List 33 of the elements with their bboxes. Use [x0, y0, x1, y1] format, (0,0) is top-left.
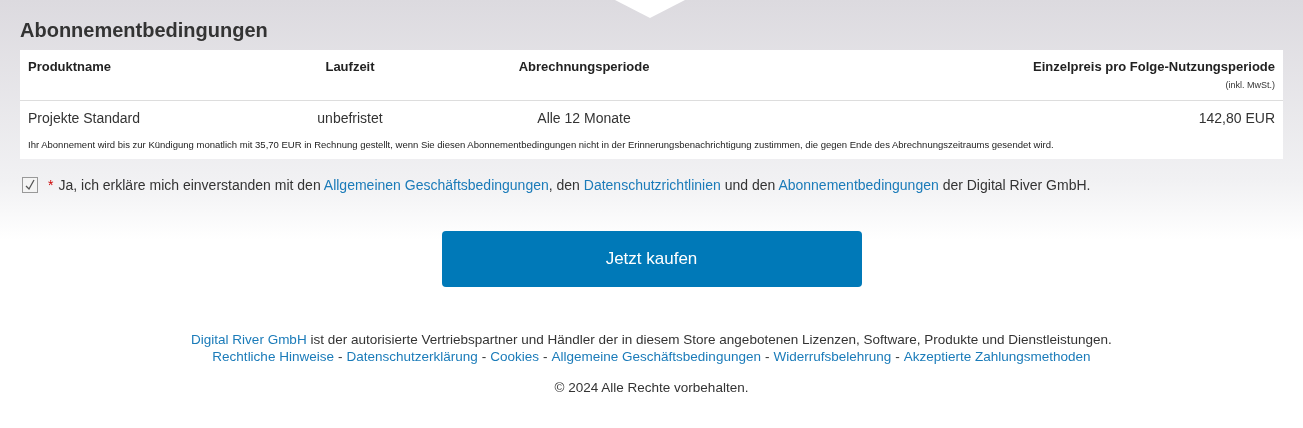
company-link[interactable]: Digital River GmbH — [191, 332, 307, 347]
consent-link[interactable]: Allgemeinen Geschäftsbedingungen — [323, 177, 549, 193]
footer-link[interactable]: Rechtliche Hinweise — [212, 348, 334, 365]
separator: - — [481, 348, 487, 365]
consent-text: Ja, ich erkläre mich einverstanden mit den Allgemeinen Geschäftsbedingungen, den Datenschutzrichtlinien und den Abonnementbedingungen der Digital River GmbH. — [58, 177, 1091, 193]
required-mark: * — [48, 177, 54, 193]
buy-button[interactable]: Jetzt kaufen — [441, 231, 862, 287]
copyright-text: © 2024 Alle Rechte vorbehalten. — [553, 380, 750, 395]
separator: - — [895, 348, 900, 365]
consent-link[interactable]: Datenschutzrichtlinien — [583, 177, 721, 193]
column-header: Abrechnungsperiode — [518, 59, 650, 74]
pointer-notch — [615, 0, 685, 18]
column-header: Laufzeit — [325, 59, 375, 74]
billing-notice: Ihr Abonnement wird bis zur Kündigung monatlich mit 35,70 EUR in Rechnung gestellt, wenn Sie diesen Abonnementbedingungen nicht in der Erinnerungsbenachrichtigung zustimmen, die gegen Ende des Abrechnungszeitraums gesendet wird. — [27, 138, 1055, 152]
table-cell: unbefristet — [317, 110, 383, 126]
table-cell: Alle 12 Monate — [537, 110, 631, 126]
footer-link[interactable]: Datenschutzerklärung — [346, 348, 478, 365]
tax-note: (inkl. MwSt.) — [1225, 80, 1275, 90]
footer-text: Digital River GmbH ist der autorisierte Vertriebspartner und Händler der in diesem Store angebotenen Lizenzen, Software, Produkte und Dienstleistungen. — [190, 331, 1113, 348]
footer-link[interactable]: Widerrufsbelehrung — [773, 348, 892, 365]
separator: - — [543, 348, 548, 365]
separator: - — [764, 348, 770, 365]
footer-link[interactable]: Allgemeine Geschäftsbedingungen — [551, 348, 761, 365]
checkbox[interactable] — [22, 177, 38, 193]
column-header: Einzelpreis pro Folge-Nutzungsperiode — [1033, 59, 1275, 74]
separator: - — [337, 348, 343, 365]
table-cell-text: Projekte Standard — [28, 110, 142, 126]
column-header: Produktname — [28, 59, 113, 74]
consent-link[interactable]: Abonnementbedingungen — [778, 177, 939, 193]
section-title: Abonnementbedingungen — [20, 18, 268, 43]
footer-link[interactable]: Cookies — [490, 348, 540, 365]
table-cell: 142,80 EUR — [1198, 110, 1275, 126]
footer-link[interactable]: Akzeptierte Zahlungsmethoden — [903, 348, 1091, 365]
